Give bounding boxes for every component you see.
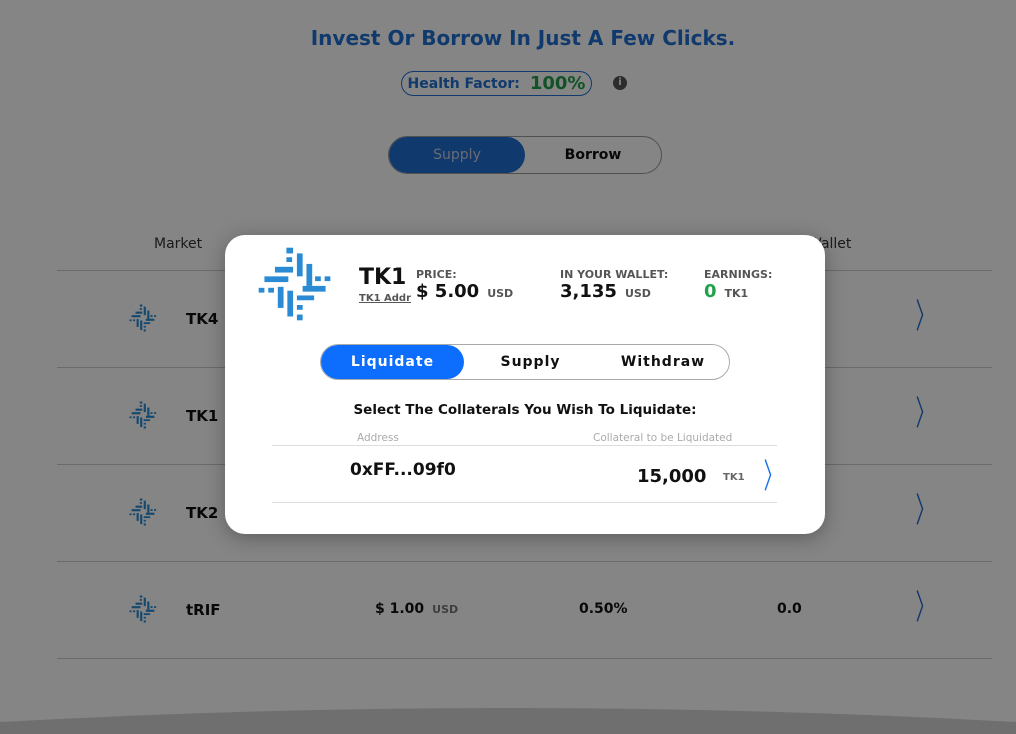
wallet-label: IN YOUR WALLET: <box>560 268 669 281</box>
modal-token-name: TK1 <box>359 265 407 290</box>
collateral-row[interactable]: 0xFF...09f0 15,000 TK1 〉 <box>272 446 782 502</box>
earnings-unit: TK1 <box>724 287 749 300</box>
earnings-value: 0 <box>704 281 717 302</box>
collateral-amount: 15,000 <box>637 466 707 487</box>
price-value: $ 5.00 <box>416 281 480 302</box>
action-tabs[interactable]: Liquidate Supply Withdraw <box>320 344 730 380</box>
tab-withdraw[interactable]: Withdraw <box>597 345 729 379</box>
token-logo-icon <box>252 241 338 327</box>
wallet-display: 3,135 USD <box>560 281 651 302</box>
price-unit: USD <box>487 287 514 300</box>
wallet-value: 3,135 <box>560 281 617 302</box>
chevron-right-icon[interactable]: 〉 <box>764 460 783 494</box>
tab-supply[interactable]: Supply <box>464 345 597 379</box>
token-address-link[interactable]: TK1 Addr <box>359 293 411 304</box>
divider <box>272 502 777 503</box>
earnings-label: EARNINGS: <box>704 268 773 281</box>
token-modal: TK1 TK1 Addr PRICE: $ 5.00 USD IN YOUR WA… <box>225 235 825 534</box>
price-label: PRICE: <box>416 268 457 281</box>
collateral-column-header: Collateral to be Liquidated <box>593 432 733 444</box>
collateral-address: 0xFF...09f0 <box>350 460 456 480</box>
address-column-header: Address <box>357 432 399 444</box>
price-display: $ 5.00 USD <box>416 281 513 302</box>
wallet-unit: USD <box>624 287 651 300</box>
tab-liquidate[interactable]: Liquidate <box>321 345 464 379</box>
earnings-display: 0 TK1 <box>704 281 748 302</box>
collateral-unit: TK1 <box>723 472 745 483</box>
liquidate-instruction: Select The Collaterals You Wish To Liqui… <box>353 402 697 418</box>
